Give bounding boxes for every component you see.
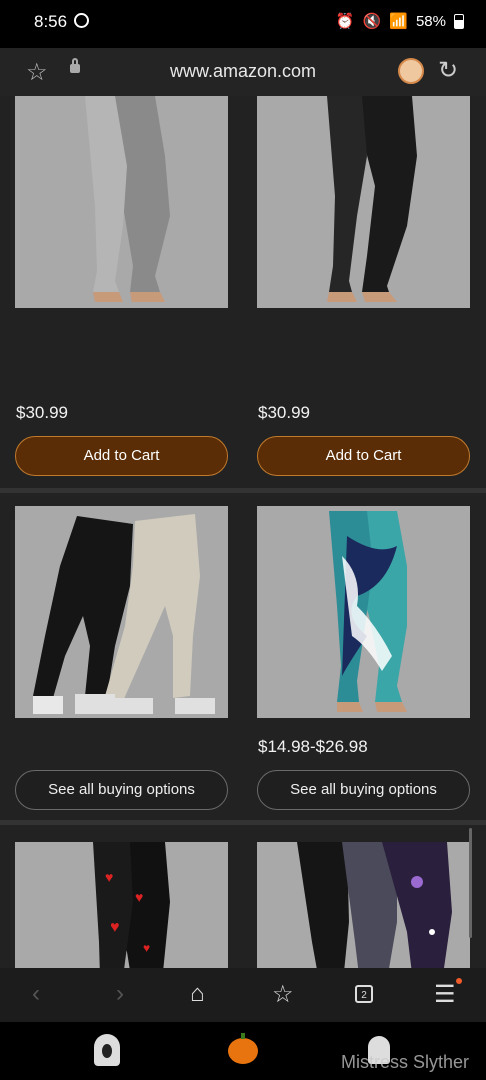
page-content: $30.99 Add to Cart $30.99 Add to Cart Se…	[0, 96, 486, 968]
status-bar: 8:56 ⏰ 🔇 📶 58%	[0, 0, 486, 48]
svg-text:♥: ♥	[135, 889, 143, 905]
battery-icon	[454, 13, 464, 29]
product-row: ♥ ♥ ♥ ♥ ♥ ♥ ♥	[0, 825, 486, 968]
see-all-buying-options-button[interactable]: See all buying options	[257, 770, 470, 810]
battery-percent: 58%	[415, 12, 446, 30]
svg-text:♥: ♥	[143, 941, 150, 955]
whatsapp-icon	[74, 13, 89, 28]
system-navigation: Mistress Slyther	[0, 1022, 486, 1080]
wifi-icon: 📶	[389, 13, 408, 30]
product-row: See all buying options $14.98-$26.98 See…	[0, 493, 486, 820]
product-image[interactable]	[15, 506, 228, 718]
product-image[interactable]	[257, 96, 470, 308]
bookmarks-icon[interactable]: ☆	[272, 980, 294, 1009]
status-icons: ⏰ 🔇 📶 58%	[336, 12, 464, 30]
product-price: $14.98-$26.98	[258, 737, 368, 756]
alarm-icon: ⏰	[335, 13, 355, 30]
product-row: $30.99 Add to Cart $30.99 Add to Cart	[0, 96, 486, 488]
home-button-icon[interactable]	[228, 1033, 258, 1064]
browser-toolbar: ‹ › ⌂ ☆ 2 ☰	[0, 968, 486, 1022]
svg-text:♥: ♥	[105, 869, 113, 885]
product-image[interactable]: ♥ ♥ ♥ ♥ ♥ ♥ ♥	[15, 842, 228, 968]
product-price: $30.99	[258, 403, 310, 422]
add-to-cart-button[interactable]: Add to Cart	[257, 436, 470, 476]
product-image[interactable]	[257, 842, 470, 968]
product-price: $30.99	[16, 403, 68, 422]
forward-icon[interactable]: ›	[116, 980, 124, 1008]
svg-text:♥: ♥	[110, 919, 120, 936]
back-icon[interactable]: ‹	[32, 980, 40, 1008]
see-all-buying-options-button[interactable]: See all buying options	[15, 770, 228, 810]
add-to-cart-button[interactable]: Add to Cart	[15, 436, 228, 476]
watermark: Mistress Slyther	[341, 1052, 470, 1072]
product-image[interactable]	[257, 506, 470, 718]
tabs-button[interactable]: 2	[355, 985, 373, 1003]
extension-icon[interactable]	[398, 58, 424, 84]
home-icon[interactable]: ⌂	[190, 980, 205, 1008]
status-time: 8:56	[34, 12, 68, 31]
recent-apps-icon[interactable]	[94, 1034, 120, 1066]
notification-dot	[456, 978, 462, 984]
address-bar: ☆ www.amazon.com ↻	[0, 48, 486, 96]
scrollbar[interactable]	[469, 828, 472, 938]
reload-icon[interactable]: ↻	[438, 56, 458, 85]
product-image[interactable]	[15, 96, 228, 308]
mute-icon: 🔇	[362, 13, 382, 30]
menu-icon[interactable]: ☰	[434, 980, 456, 1009]
